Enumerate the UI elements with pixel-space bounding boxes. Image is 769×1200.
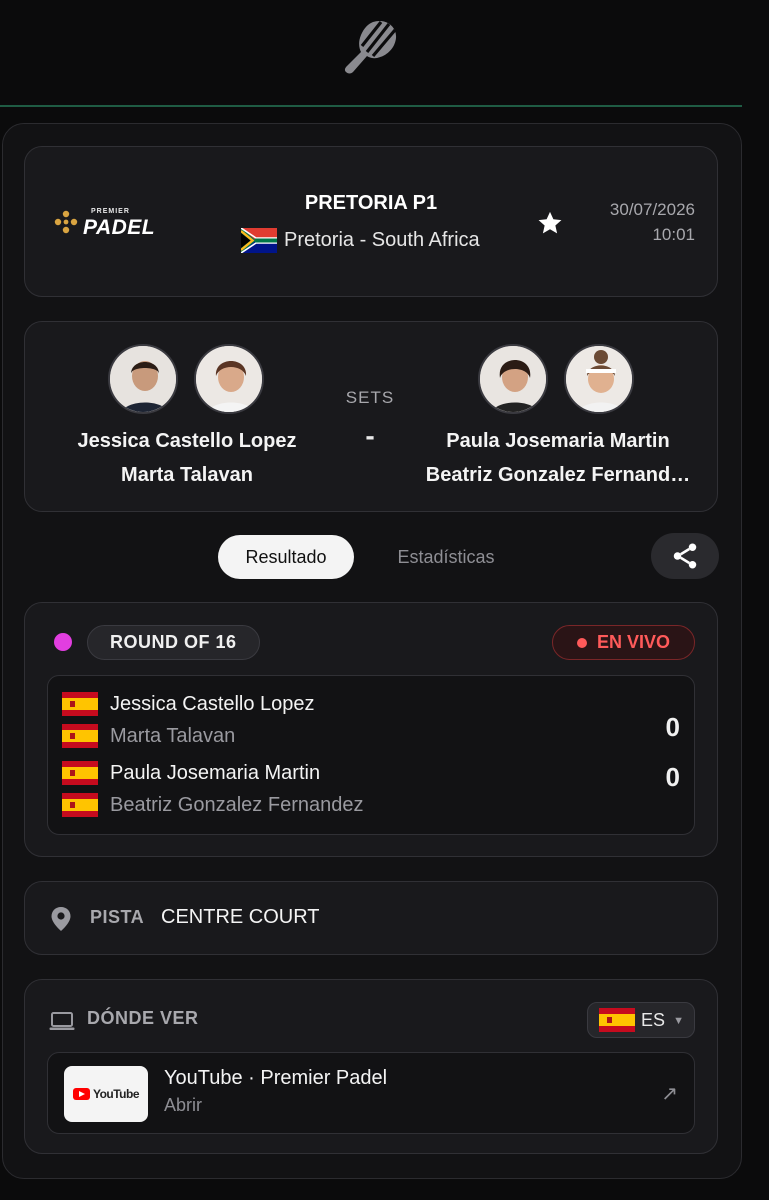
status-dot <box>54 633 72 651</box>
court-label: PISTA <box>90 907 145 927</box>
youtube-play-icon <box>72 1088 90 1100</box>
tab-estadisticas[interactable]: Estadísticas <box>376 535 516 579</box>
live-label: EN VIVO <box>596 632 671 652</box>
avatar[interactable] <box>564 344 634 414</box>
spain-flag-icon <box>62 724 98 748</box>
avatar[interactable] <box>194 344 264 414</box>
live-badge: EN VIVO <box>552 625 695 660</box>
court-card: PISTA CENTRE COURT <box>24 881 718 955</box>
result-card: ROUND OF 16 EN VIVO Jessica Castello Lop… <box>24 602 718 857</box>
location-text: Pretoria - South Africa <box>284 228 480 251</box>
sets-score: - <box>365 420 375 451</box>
youtube-logo: YouTube <box>64 1066 148 1122</box>
sets-label: SETS <box>345 388 395 407</box>
spain-flag-icon <box>62 761 98 785</box>
round-badge: ROUND OF 16 <box>87 625 260 660</box>
tournament-card: PREMIER PADEL PRETORIA P1 Pretoria - Sou… <box>24 146 718 297</box>
team1-score: 0 <box>665 712 680 742</box>
scoreboard-row: Marta Talavan <box>62 722 235 750</box>
share-button[interactable] <box>651 533 719 579</box>
tab-resultado[interactable]: Resultado <box>218 535 354 579</box>
external-link-icon[interactable]: ↗ <box>661 1081 678 1106</box>
where-to-watch-card: DÓNDE VER ES ▼ YouTube YouTube · Premier… <box>24 979 718 1154</box>
scoreboard-row: Jessica Castello Lopez <box>62 690 315 718</box>
scoreboard-row: Paula Josemaria Martin <box>62 759 320 787</box>
scoreboard-player: Beatriz Gonzalez Fernandez <box>110 793 364 816</box>
youtube-provider-row[interactable]: YouTube YouTube · Premier Padel Abrir ↗ <box>47 1052 695 1134</box>
spain-flag-icon <box>62 692 98 716</box>
tournament-title: PRETORIA P1 <box>304 192 438 214</box>
share-icon <box>673 543 697 569</box>
match-time: 10:01 <box>652 225 695 244</box>
south-africa-flag-icon <box>241 227 277 253</box>
match-datetime: 30/07/2026 10:01 <box>610 197 695 247</box>
scoreboard-player: Marta Talavan <box>110 724 236 747</box>
match-date: 30/07/2026 <box>609 200 695 219</box>
provider-name: YouTube · Premier Padel <box>164 1067 388 1089</box>
team1-player2: Marta Talavan <box>121 464 253 486</box>
team2-player2: Beatriz Gonzalez Fernand… <box>425 464 691 486</box>
laptop-icon <box>49 1012 75 1030</box>
live-indicator-dot <box>576 637 587 648</box>
youtube-wordmark: YouTube <box>92 1087 140 1101</box>
padel-racket-icon[interactable] <box>343 18 399 76</box>
court-value: CENTRE COURT <box>161 906 320 928</box>
location-pin-icon <box>51 907 71 931</box>
scoreboard: Jessica Castello Lopez Marta Talavan Pau… <box>47 675 695 835</box>
country-code: ES <box>641 1009 666 1030</box>
header-divider <box>0 105 742 107</box>
country-select[interactable]: ES ▼ <box>587 1002 695 1038</box>
scoreboard-row: Beatriz Gonzalez Fernandez <box>62 791 363 819</box>
team2-score: 0 <box>665 762 680 792</box>
where-to-watch-label: DÓNDE VER <box>87 1008 199 1028</box>
brand-big: PADEL <box>83 216 156 239</box>
star-icon[interactable] <box>536 209 564 237</box>
spain-flag-icon <box>599 1008 635 1032</box>
team1-player1: Jessica Castello Lopez <box>77 430 297 452</box>
chevron-down-icon: ▼ <box>673 1015 684 1027</box>
top-bar <box>0 0 769 107</box>
avatar[interactable] <box>108 344 178 414</box>
team2-player1: Paula Josemaria Martin <box>446 430 670 452</box>
scoreboard-player: Jessica Castello Lopez <box>110 692 315 715</box>
premier-padel-dots-icon <box>54 210 78 234</box>
players-card: Jessica Castello Lopez Marta Talavan SET… <box>24 321 718 512</box>
spain-flag-icon <box>62 793 98 817</box>
tournament-location: Pretoria - South Africa <box>241 227 480 253</box>
avatar[interactable] <box>478 344 548 414</box>
premier-padel-logo: PREMIER PADEL <box>53 205 173 241</box>
scoreboard-player: Paula Josemaria Martin <box>110 761 321 784</box>
open-link[interactable]: Abrir <box>164 1095 202 1116</box>
brand-small: PREMIER <box>91 208 130 215</box>
